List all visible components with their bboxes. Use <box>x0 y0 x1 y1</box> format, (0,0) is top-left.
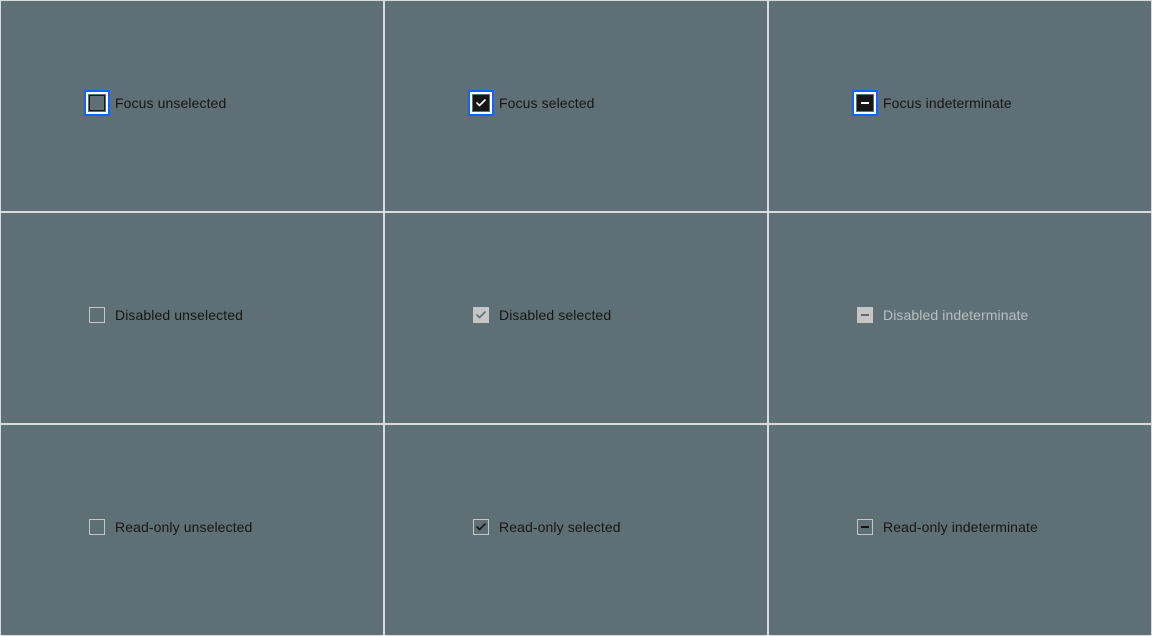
checkbox-unselected-readonly-icon <box>89 519 105 535</box>
cell-readonly-unselected: Read-only unselected <box>0 424 384 636</box>
checkbox-readonly-unselected: Read-only unselected <box>89 519 252 535</box>
checkbox-label: Disabled indeterminate <box>883 307 1028 323</box>
checkbox-indeterminate-focus-icon <box>857 95 873 111</box>
checkbox-readonly-indeterminate: Read-only indeterminate <box>857 519 1038 535</box>
cell-disabled-selected: Disabled selected <box>384 212 768 424</box>
checkbox-unselected-disabled-icon <box>89 307 105 323</box>
checkbox-focus-selected[interactable]: Focus selected <box>473 95 595 111</box>
cell-disabled-indeterminate: Disabled indeterminate <box>768 212 1152 424</box>
checkbox-disabled-indeterminate: Disabled indeterminate <box>857 307 1028 323</box>
checkbox-disabled-unselected: Disabled unselected <box>89 307 243 323</box>
checkbox-label: Read-only unselected <box>115 519 252 535</box>
checkbox-label: Disabled selected <box>499 307 611 323</box>
checkbox-label: Read-only selected <box>499 519 621 535</box>
checkbox-selected-readonly-icon <box>473 519 489 535</box>
checkbox-selected-disabled-icon <box>473 307 489 323</box>
checkbox-label: Focus indeterminate <box>883 95 1012 111</box>
cell-focus-unselected: Focus unselected <box>0 0 384 212</box>
checkbox-indeterminate-readonly-icon <box>857 519 873 535</box>
checkbox-label: Focus unselected <box>115 95 226 111</box>
checkbox-disabled-selected: Disabled selected <box>473 307 611 323</box>
checkbox-label: Read-only indeterminate <box>883 519 1038 535</box>
cell-readonly-selected: Read-only selected <box>384 424 768 636</box>
checkbox-label: Focus selected <box>499 95 595 111</box>
checkbox-selected-focus-icon <box>473 95 489 111</box>
checkbox-label: Disabled unselected <box>115 307 243 323</box>
checkbox-unselected-focus-icon <box>89 95 105 111</box>
checkbox-readonly-selected: Read-only selected <box>473 519 621 535</box>
checkbox-focus-indeterminate[interactable]: Focus indeterminate <box>857 95 1012 111</box>
checkbox-states-grid: Focus unselected Focus selected Fo <box>0 0 1152 636</box>
checkbox-indeterminate-disabled-icon <box>857 307 873 323</box>
cell-focus-indeterminate: Focus indeterminate <box>768 0 1152 212</box>
cell-readonly-indeterminate: Read-only indeterminate <box>768 424 1152 636</box>
checkbox-focus-unselected[interactable]: Focus unselected <box>89 95 226 111</box>
cell-disabled-unselected: Disabled unselected <box>0 212 384 424</box>
cell-focus-selected: Focus selected <box>384 0 768 212</box>
